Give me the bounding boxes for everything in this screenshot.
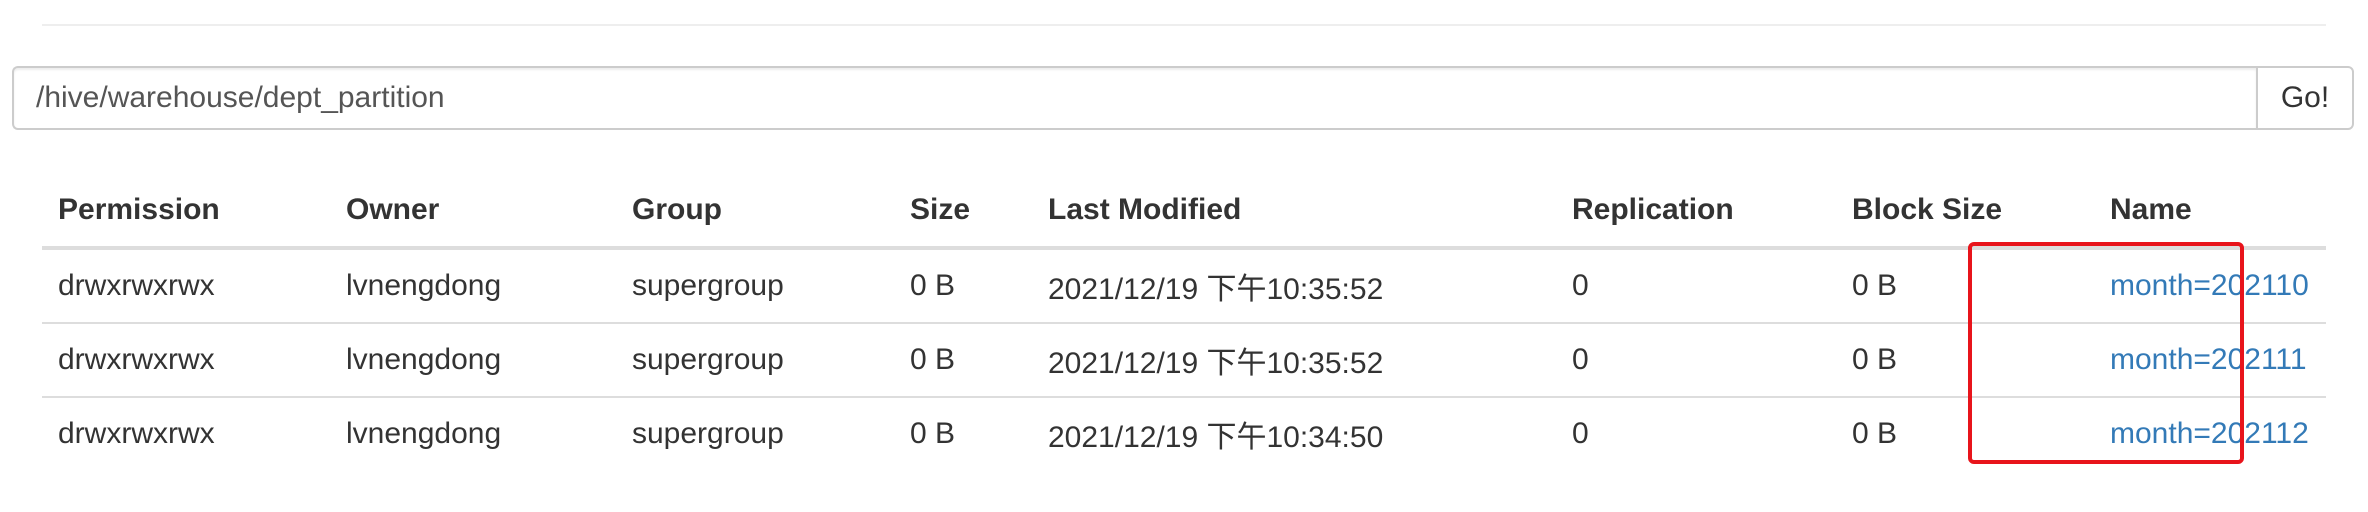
directory-link-month-202112[interactable]: month=202112 (2110, 417, 2309, 450)
top-divider (42, 24, 2326, 26)
cell-permission: drwxrwxrwx (42, 396, 330, 470)
hdfs-browser-page: Go! Permission Owner Group Size Last Mod… (0, 0, 2368, 512)
directory-link-month-202110[interactable]: month=202110 (2110, 269, 2309, 302)
cell-permission: drwxrwxrwx (42, 322, 330, 397)
file-listing-table: Permission Owner Group Size Last Modifie… (42, 174, 2326, 470)
table-row: drwxrwxrwx lvnengdong supergroup 0 B 202… (42, 396, 2326, 470)
cell-owner: lvnengdong (330, 396, 616, 470)
path-bar: Go! (12, 66, 2354, 130)
cell-block-size: 0 B (1836, 322, 2094, 397)
cell-group: supergroup (616, 396, 894, 470)
header-owner[interactable]: Owner (330, 174, 616, 250)
table-header-row: Permission Owner Group Size Last Modifie… (42, 174, 2326, 250)
cell-replication: 0 (1556, 322, 1836, 397)
cell-size: 0 B (910, 269, 956, 302)
cell-replication: 0 (1556, 396, 1836, 470)
cell-name: month=202112 (2094, 396, 2326, 470)
header-last-modified[interactable]: Last Modified (1032, 174, 1556, 250)
cell-permission: drwxrwxrwx (58, 269, 215, 302)
cell-block-size: 0 B (1836, 396, 2094, 470)
header-name[interactable]: Name (2094, 174, 2326, 250)
header-size[interactable]: Size (894, 174, 1032, 250)
cell-last-modified: 2021/12/19 下午10:34:50 (1032, 396, 1556, 470)
header-permission[interactable]: Permission (42, 174, 330, 250)
cell-owner: lvnengdong (346, 269, 502, 302)
header-replication[interactable]: Replication (1556, 174, 1836, 250)
cell-replication: 0 (1572, 269, 1589, 302)
cell-name: month=202110 (2094, 248, 2326, 323)
cell-size: 0 B (894, 396, 1032, 470)
cell-size: 0 B (894, 322, 1032, 397)
cell-name: month=202111 (2094, 322, 2326, 397)
table-row: drwxrwxrwx lvnengdong supergroup 0 B 202… (42, 248, 2326, 323)
cell-block-size: 0 B (1852, 269, 1898, 302)
table-row: drwxrwxrwx lvnengdong supergroup 0 B 202… (42, 322, 2326, 397)
cell-group: supergroup (616, 322, 894, 397)
cell-owner: lvnengdong (330, 322, 616, 397)
directory-path-input[interactable] (12, 66, 2256, 130)
cell-last-modified: 2021/12/19 下午10:35:52 (1048, 273, 1384, 306)
header-group[interactable]: Group (616, 174, 894, 250)
directory-link-month-202111[interactable]: month=202111 (2110, 343, 2307, 376)
cell-last-modified: 2021/12/19 下午10:35:52 (1032, 322, 1556, 397)
cell-group: supergroup (632, 269, 784, 302)
header-block-size[interactable]: Block Size (1836, 174, 2094, 250)
go-button[interactable]: Go! (2256, 66, 2354, 130)
